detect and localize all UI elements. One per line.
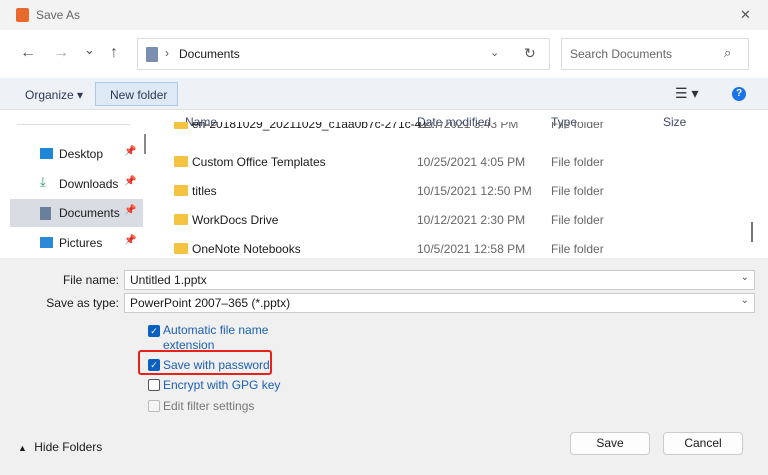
app-icon [16,8,29,22]
file-type: File folder [551,122,604,131]
file-name: Custom Office Templates [192,155,326,169]
file-row[interactable]: titles 10/15/2021 12:50 PM File folder [170,180,760,202]
file-name: en-20181029_20211029_c1aa0b7c-271c-41... [192,122,438,131]
close-button[interactable]: ✕ [740,7,751,23]
sidebar-item-label: Downloads [59,177,119,191]
file-date: 10/15/2021 12:50 PM [417,184,532,198]
sidebar-scrollbar[interactable] [144,134,146,154]
folder-icon [174,214,188,225]
sidebar-divider [17,124,130,125]
file-date: 12/7/2021 3:43 PM [417,122,519,131]
folder-icon [174,243,188,254]
sidebar-item-label: Pictures [59,236,103,250]
search-box[interactable]: Search Documents ⌕ [561,38,749,70]
file-type: File folder [551,242,604,256]
file-row[interactable]: WorkDocs Drive 10/12/2021 2:30 PM File fol… [170,209,760,231]
sidebar-item-documents[interactable]: Documents 📌 [10,199,143,227]
breadcrumb-separator: › [165,46,169,60]
save-as-type-label: Save as type: [46,296,119,310]
file-type: File folder [551,155,604,169]
encrypt-gpg-label[interactable]: Encrypt with GPG key [163,378,280,392]
file-type: File folder [551,213,604,227]
address-dropdown-icon[interactable]: ⌄ [490,46,499,59]
file-name-input[interactable]: Untitled 1.pptx ⌄ [124,270,755,290]
content-area: Desktop 📌 ⤓ Downloads 📌 Documents 📌 Pictures… [0,110,768,258]
file-row[interactable]: OneNote Notebooks 10/5/2021 12:58 PM File … [170,238,760,260]
new-folder-button[interactable]: New folder [95,82,178,106]
chevron-down-icon[interactable]: ⌄ [741,272,749,283]
file-row[interactable]: en-20181029_20211029_c1aa0b7c-271c-41...… [170,122,760,136]
search-icon: ⌕ [724,45,732,60]
hide-folders-label: Hide Folders [34,440,103,454]
back-button[interactable]: ← [20,44,36,62]
toolbar: Organize ▾ New folder ☰ ▾ ? [0,78,768,110]
file-date: 10/12/2021 2:30 PM [417,213,526,227]
sidebar-item-desktop[interactable]: Desktop 📌 [10,140,143,168]
file-name: titles [192,184,217,198]
sidebar-item-label: Desktop [59,147,104,161]
organize-button[interactable]: Organize ▾ [25,88,83,102]
up-button[interactable]: ↑ [110,44,118,62]
refresh-icon[interactable]: ↻ [524,45,536,62]
file-name-label: File name: [62,273,119,287]
desktop-icon [40,148,53,159]
save-button[interactable]: Save [570,432,650,455]
search-input[interactable]: Search Documents [570,47,672,61]
save-with-password-label[interactable]: Save with password [163,358,270,372]
save-with-password-checkbox[interactable]: ✓ [148,359,160,371]
sidebar: Desktop 📌 ⤓ Downloads 📌 Documents 📌 Pictures… [0,110,150,258]
folder-icon [174,156,188,167]
cancel-button[interactable]: Cancel [663,432,743,455]
navigation-bar: ← → ⌄ ↑ › Documents ⌄ ↻ Search Documents… [0,30,768,78]
forward-button[interactable]: → [53,44,69,62]
new-folder-label: New folder [110,88,168,102]
recent-locations-button[interactable]: ⌄ [84,42,95,58]
file-date: 10/5/2021 12:58 PM [417,242,526,256]
auto-extension-label[interactable]: Automatic file name [163,323,268,337]
file-type: File folder [551,184,604,198]
edit-filter-checkbox [148,400,160,412]
address-bar[interactable]: › Documents ⌄ ↻ [137,38,550,70]
folder-icon [174,122,188,129]
encrypt-gpg-checkbox[interactable] [148,379,160,391]
file-name: WorkDocs Drive [192,213,279,227]
window-title: Save As [36,8,81,22]
documents-icon [40,207,51,220]
breadcrumb-documents[interactable]: Documents [179,47,240,61]
chevron-down-icon[interactable]: ⌄ [741,295,749,306]
title-bar: Save As ✕ [0,0,768,30]
file-row[interactable]: Custom Office Templates 10/25/2021 4:05 P… [170,151,760,173]
sidebar-item-label: Documents [59,206,120,220]
save-as-type-value: PowerPoint 2007–365 (*.pptx) [130,296,291,310]
file-date: 10/25/2021 4:05 PM [417,155,526,169]
chevron-up-icon: ▲ [18,443,27,453]
file-name-value: Untitled 1.pptx [130,273,207,287]
downloads-icon: ⤓ [40,174,46,189]
save-as-type-select[interactable]: PowerPoint 2007–365 (*.pptx) ⌄ [124,293,755,313]
save-options-panel: File name: Untitled 1.pptx ⌄ Save as type… [0,258,768,475]
folder-icon [174,185,188,196]
sidebar-item-downloads[interactable]: ⤓ Downloads 📌 [10,170,143,198]
auto-extension-checkbox[interactable]: ✓ [148,325,160,337]
pin-icon[interactable]: 📌 [124,205,136,216]
hide-folders-button[interactable]: ▲ Hide Folders [18,440,102,454]
pin-icon[interactable]: 📌 [124,146,136,157]
edit-filter-label: Edit filter settings [163,399,255,413]
view-options-icon[interactable]: ☰ ▾ [675,85,698,102]
documents-icon [146,47,158,62]
sidebar-item-pictures[interactable]: Pictures 📌 [10,229,143,257]
help-button[interactable]: ? [732,87,746,101]
pin-icon[interactable]: 📌 [124,235,136,246]
file-name: OneNote Notebooks [192,242,301,256]
pin-icon[interactable]: 📌 [124,176,136,187]
pictures-icon [40,237,53,248]
